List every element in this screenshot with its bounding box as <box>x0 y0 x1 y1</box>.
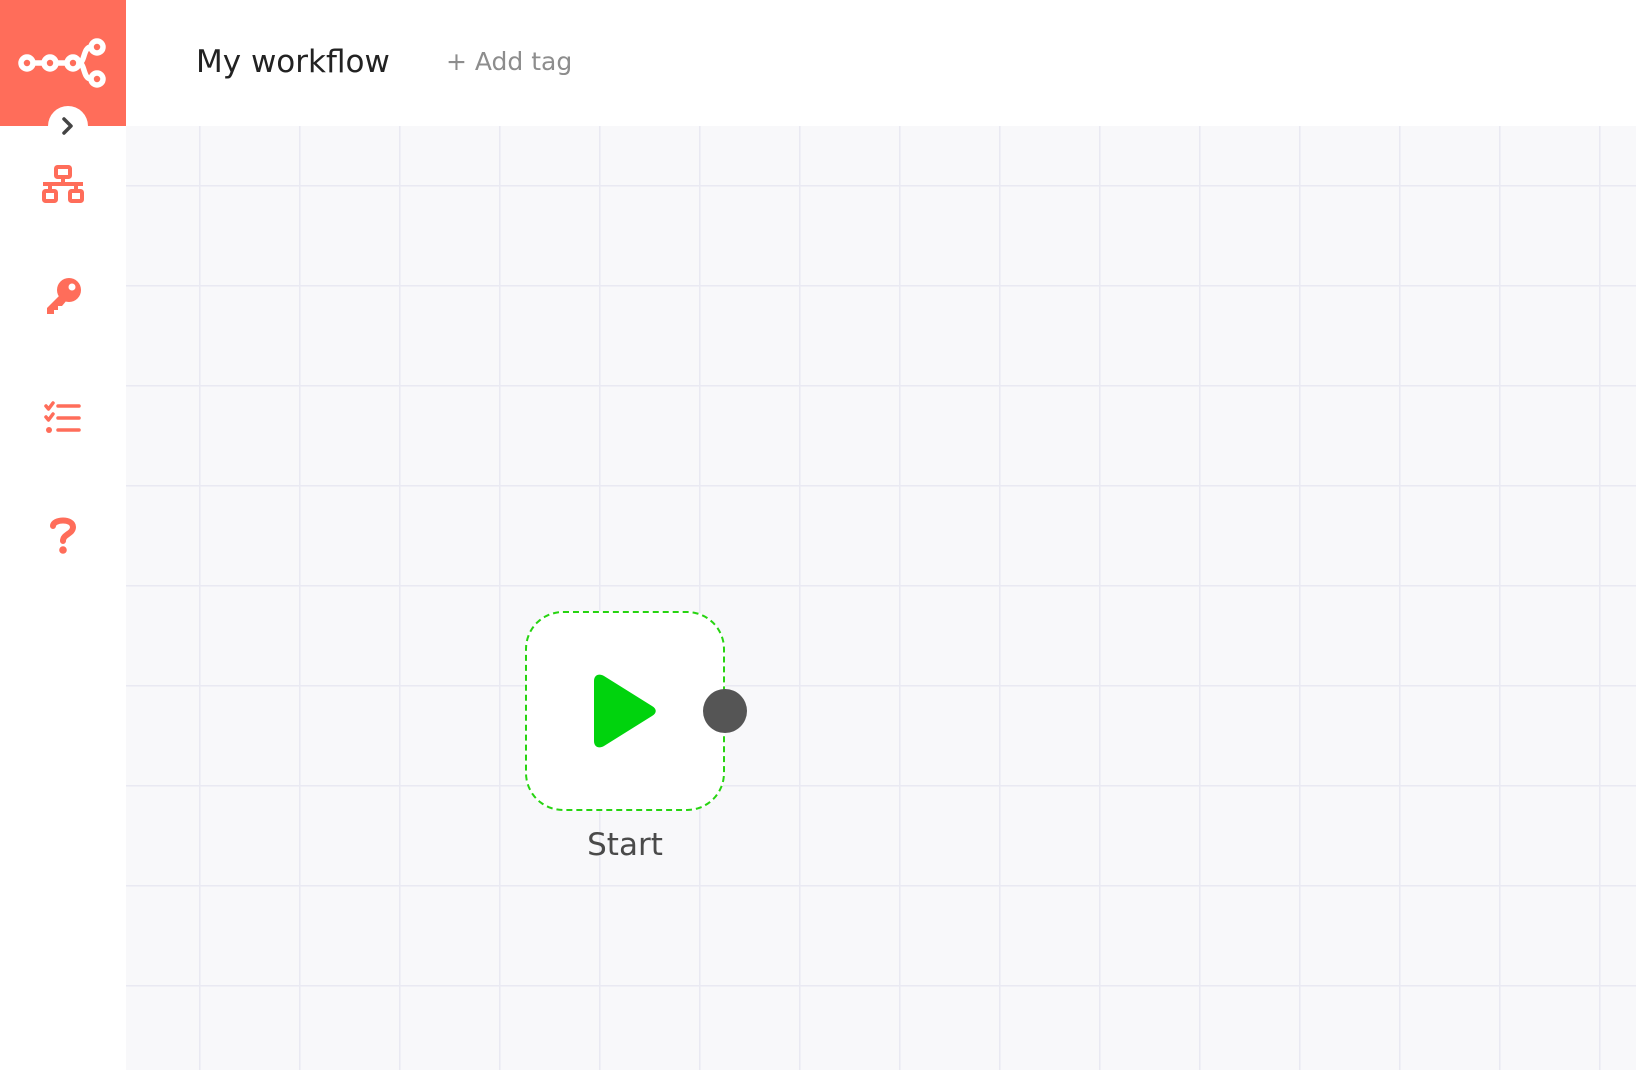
question-icon <box>50 517 76 554</box>
app-window: My workflow + Add tag Start <box>0 0 1636 1070</box>
sitemap-icon <box>42 165 84 203</box>
sidebar-item-workflows[interactable] <box>18 154 108 214</box>
sidebar-item-help[interactable] <box>18 505 108 565</box>
add-tag-button[interactable]: + Add tag <box>446 44 572 80</box>
sidebar-item-executions[interactable] <box>18 388 108 448</box>
tasks-icon <box>44 401 81 433</box>
play-icon <box>594 674 656 748</box>
header-bar: My workflow + Add tag <box>126 0 1636 126</box>
node-start[interactable] <box>525 611 725 811</box>
n8n-logo-icon <box>18 38 106 88</box>
workflow-canvas[interactable]: Start <box>126 126 1636 1070</box>
chevron-right-icon <box>62 117 73 135</box>
node-output-handle[interactable] <box>703 689 747 733</box>
expand-sidebar-button[interactable] <box>48 106 88 146</box>
node-label: Start <box>587 827 663 863</box>
sidebar-item-credentials[interactable] <box>18 266 108 326</box>
sidebar <box>0 0 126 1070</box>
workflow-name[interactable]: My workflow <box>196 40 390 84</box>
key-icon <box>47 278 81 314</box>
